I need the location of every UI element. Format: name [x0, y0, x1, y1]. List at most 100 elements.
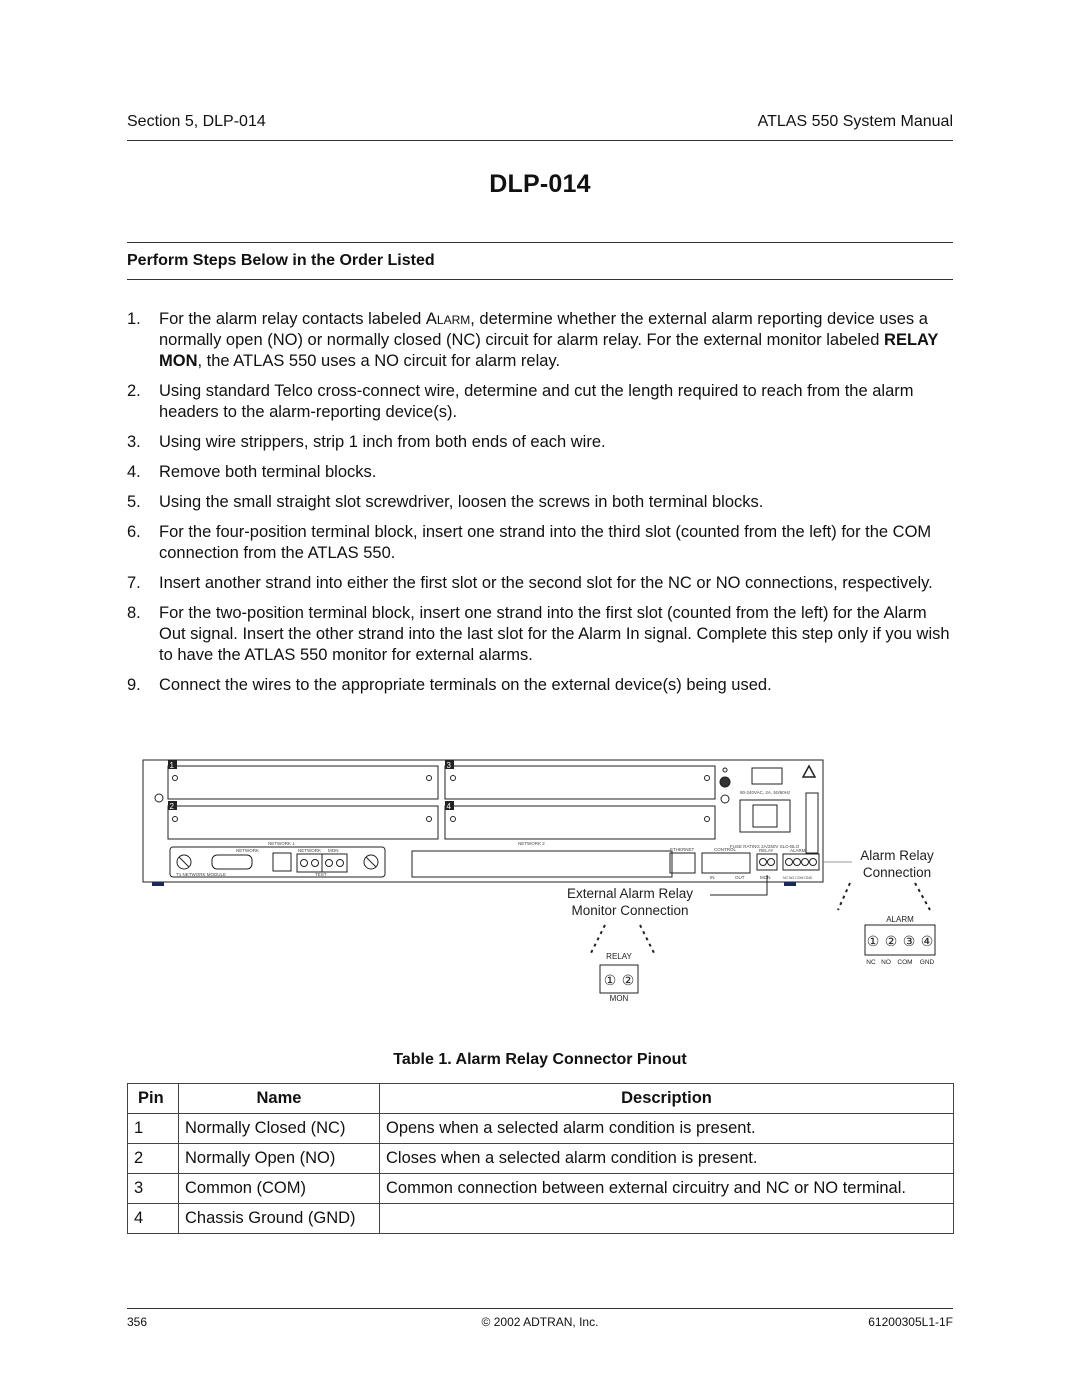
warning-icon: [801, 764, 817, 778]
step-number: 1.: [127, 310, 141, 328]
step-item: 4. Remove both terminal blocks.: [127, 462, 953, 483]
table-row: 4 Chassis Ground (GND): [127, 1203, 954, 1234]
test-mon-label: MON: [328, 848, 339, 853]
cell-pin: 2: [127, 1143, 179, 1174]
test-network-label: NETWORK: [298, 848, 321, 853]
slot-number: 3: [447, 761, 452, 770]
network-2-label: NETWORK 2: [518, 841, 545, 846]
step-number: 4.: [127, 463, 141, 481]
cell-name: Common (COM): [178, 1173, 380, 1204]
subhead-top-rule: [127, 242, 953, 243]
ethernet-label: ETHERNET: [670, 847, 695, 852]
step-number: 3.: [127, 433, 141, 451]
step-item: 5. Using the small straight slot screwdri…: [127, 492, 953, 513]
detail-alarm-pin-label: COM: [897, 959, 912, 966]
detail-relay-pin: ①: [604, 972, 617, 988]
slot-number: 4: [447, 802, 452, 811]
detail-alarm-pin-label: GND: [920, 959, 935, 966]
callout-alarm-relay-line1: Alarm Relay: [860, 848, 934, 863]
cell-description: Closes when a selected alarm condition i…: [379, 1143, 954, 1174]
step-item: 7. Insert another strand into either the …: [127, 573, 953, 594]
slot-1: [167, 765, 439, 800]
header-rule: [127, 140, 953, 141]
step-number: 7.: [127, 574, 141, 592]
t1-module-label: T1 NETWORK MODULE: [176, 872, 226, 877]
step-text: Using standard Telco cross-connect wire,…: [159, 382, 914, 421]
column-header-pin: Pin: [127, 1083, 179, 1114]
slot-2: [167, 805, 439, 840]
detail-alarm-pin: ③: [903, 933, 916, 949]
step-text: Insert another strand into either the fi…: [159, 574, 933, 592]
slot-4: [444, 805, 716, 840]
detail-alarm-title: ALARM: [886, 915, 914, 924]
step-item: 6. For the four-position terminal block, …: [127, 522, 953, 564]
detail-alarm-pin: ②: [885, 933, 898, 949]
step-text: Using wire strippers, strip 1 inch from …: [159, 433, 606, 451]
slot-number: 2: [170, 802, 175, 811]
detail-alarm-pin: ①: [867, 933, 880, 949]
test-label: TEST: [315, 872, 327, 877]
detail-alarm-pin-label: NC: [866, 959, 876, 966]
page-title: DLP-014: [489, 170, 591, 198]
network-connector-label: NETWORK: [236, 848, 259, 853]
step-number: 5.: [127, 493, 141, 511]
step-item: 2. Using standard Telco cross-connect wir…: [127, 381, 953, 423]
step-text: , the ATLAS 550 uses a NO circuit for al…: [197, 352, 561, 370]
slot-number: 1: [170, 761, 175, 770]
step-number: 8.: [127, 604, 141, 622]
procedure-steps: 1. For the alarm relay contacts labeled …: [127, 309, 953, 705]
column-header-description: Description: [379, 1083, 954, 1114]
table-header-row: Pin Name Description: [127, 1083, 954, 1114]
network-1-label: NETWORK 1: [268, 841, 295, 846]
callout-alarm-relay-line2: Connection: [863, 865, 931, 880]
step-text: For the alarm relay contacts labeled: [159, 310, 426, 328]
step-text: Using the small straight slot screwdrive…: [159, 493, 764, 511]
alarm-label: ALARM: [790, 848, 806, 853]
copyright: © 2002 ADTRAN, Inc.: [481, 1315, 599, 1329]
cell-description: Common connection between external circu…: [379, 1173, 954, 1204]
cell-pin: 1: [127, 1113, 179, 1144]
ground-screw-icon: [154, 793, 164, 803]
label-plate: [805, 792, 819, 854]
cell-name: Normally Open (NO): [178, 1143, 380, 1174]
step-text: Connect the wires to the appropriate ter…: [159, 676, 772, 694]
detail-relay-pin: ②: [622, 972, 635, 988]
network-2-blank-module: [411, 850, 673, 878]
step-text: Remove both terminal blocks.: [159, 463, 377, 481]
power-switch-icon: [751, 767, 783, 785]
alarm-pins-label: NC NO COM GND: [783, 876, 813, 880]
cell-description: Opens when a selected alarm condition is…: [379, 1113, 954, 1144]
cell-name: Chassis Ground (GND): [178, 1203, 380, 1234]
footer-rule: [127, 1308, 953, 1309]
ethernet-port-icon: [669, 852, 696, 874]
detail-alarm-pin: ④: [921, 933, 934, 949]
table-caption: Table 1. Alarm Relay Connector Pinout: [393, 1051, 687, 1068]
step-item: 8. For the two-position terminal block, i…: [127, 603, 953, 666]
step-text: For the two-position terminal block, ins…: [159, 604, 950, 664]
cell-pin: 3: [127, 1173, 179, 1204]
callout-ext-relay-line1: External Alarm Relay: [567, 886, 693, 901]
table-row: 3 Common (COM) Common connection between…: [127, 1173, 954, 1204]
step-number: 6.: [127, 523, 141, 541]
cell-name: Normally Closed (NC): [178, 1113, 380, 1144]
step-item: 3. Using wire strippers, strip 1 inch fro…: [127, 432, 953, 453]
control-label: CONTROL: [714, 847, 736, 852]
step-item: 1. For the alarm relay contacts labeled …: [127, 309, 953, 372]
step-text: For the four-position terminal block, in…: [159, 523, 932, 562]
step-item: 9. Connect the wires to the appropriate t…: [127, 675, 953, 696]
document-number: 61200305L1-1F: [868, 1315, 953, 1329]
mon-label: MON: [760, 875, 771, 880]
cell-pin: 4: [127, 1203, 179, 1234]
subhead-bottom-rule: [127, 279, 953, 280]
control-in-label: IN: [710, 875, 715, 880]
header-section: Section 5, DLP-014: [127, 113, 266, 130]
step-number: 2.: [127, 382, 141, 400]
header-manual-title: ATLAS 550 System Manual: [757, 113, 953, 130]
callout-ext-relay-line2: Monitor Connection: [571, 903, 688, 918]
detail-relay-title: RELAY: [606, 952, 632, 961]
detail-relay-bottom: MON: [610, 994, 629, 1003]
relay-label: RELAY: [759, 848, 773, 853]
alarm-term: Alarm: [425, 310, 471, 328]
db15-connector-icon: [211, 854, 253, 870]
detail-alarm-pin-label: NO: [881, 959, 891, 966]
